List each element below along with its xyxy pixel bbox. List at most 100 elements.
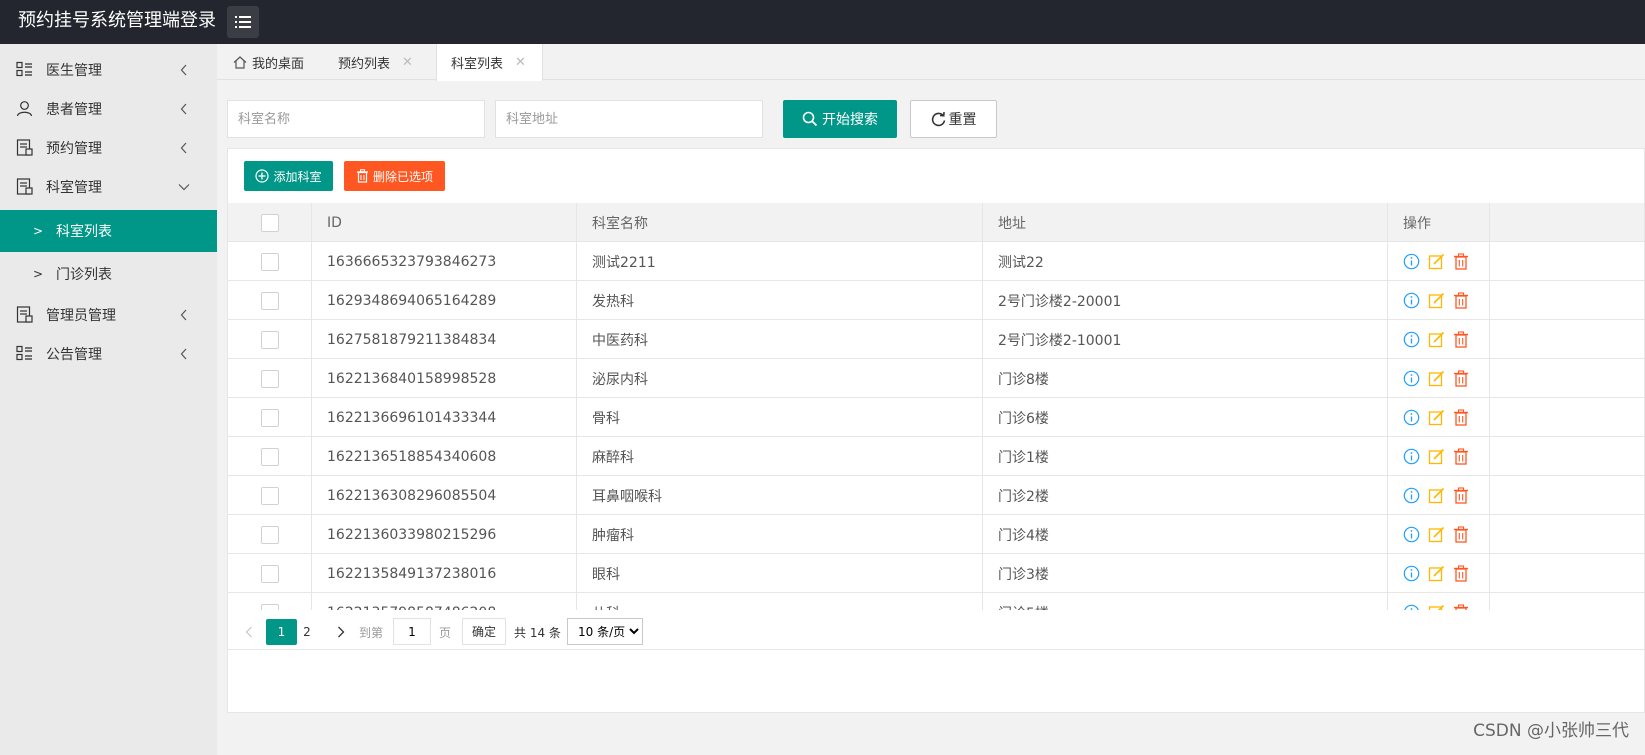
- info-icon[interactable]: [1403, 331, 1420, 348]
- row-checkbox[interactable]: [260, 564, 279, 583]
- edit-icon[interactable]: [1428, 409, 1445, 426]
- row-checkbox[interactable]: [260, 486, 279, 505]
- cell-address: 门诊1楼: [983, 437, 1388, 476]
- chevron-left-icon: [178, 348, 190, 360]
- watermark-text: CSDN @小张帅三代: [1473, 721, 1629, 741]
- edit-icon[interactable]: [1428, 370, 1445, 387]
- reset-button-label: 重置: [948, 112, 977, 128]
- info-icon[interactable]: [1403, 370, 1420, 387]
- tab-department-list[interactable]: 科室列表 ✕: [436, 44, 543, 81]
- select-all-checkbox[interactable]: [260, 213, 279, 232]
- page-unit-label: 页: [439, 625, 452, 640]
- sidebar-item-admins[interactable]: 管理员管理: [0, 295, 217, 334]
- row-checkbox[interactable]: [260, 291, 279, 310]
- row-checkbox[interactable]: [260, 252, 279, 271]
- row-checkbox-cell: [228, 359, 312, 398]
- tab-appointment-list[interactable]: 预约列表 ✕: [338, 44, 413, 80]
- menu-toggle-button[interactable]: [227, 6, 259, 38]
- cell-spacer: [1490, 398, 1644, 437]
- sidebar-item-label: 医生管理: [46, 62, 102, 79]
- department-address-input[interactable]: [495, 100, 763, 138]
- cell-actions: [1388, 437, 1490, 476]
- sidebar-item-appointments[interactable]: 预约管理: [0, 128, 217, 167]
- edit-icon[interactable]: [1428, 448, 1445, 465]
- edit-icon[interactable]: [1428, 253, 1445, 270]
- delete-icon[interactable]: [1453, 253, 1469, 270]
- cell-spacer: [1490, 515, 1644, 554]
- grid-list-icon: [16, 345, 33, 362]
- add-department-label: 添加科室: [273, 169, 322, 184]
- list-menu-icon: [235, 16, 251, 28]
- cell-name: 泌尿内科: [577, 359, 983, 398]
- delete-icon[interactable]: [1453, 292, 1469, 309]
- next-page-icon[interactable]: [334, 619, 348, 645]
- sidebar-item-doctors[interactable]: 医生管理: [0, 50, 217, 89]
- delete-icon[interactable]: [1453, 487, 1469, 504]
- info-icon[interactable]: [1403, 409, 1420, 426]
- info-icon[interactable]: [1403, 292, 1420, 309]
- row-checkbox[interactable]: [260, 447, 279, 466]
- top-header: 预约挂号系统管理端登录: [0, 0, 1645, 44]
- sidebar-item-patients[interactable]: 患者管理: [0, 89, 217, 128]
- sidebar-subitem-clinic-list[interactable]: > 门诊列表: [0, 253, 217, 295]
- prev-page-icon[interactable]: [242, 619, 256, 645]
- pagination: 1 2 到第 页 确定 共 14 条 10 条/页: [227, 610, 1645, 650]
- page-button[interactable]: 1: [266, 619, 297, 645]
- row-checkbox[interactable]: [260, 330, 279, 349]
- cell-name: 中医药科: [577, 320, 983, 359]
- delete-icon[interactable]: [1453, 565, 1469, 582]
- add-department-button[interactable]: 添加科室: [244, 161, 333, 191]
- info-icon[interactable]: [1403, 526, 1420, 543]
- edit-icon[interactable]: [1428, 526, 1445, 543]
- cell-address: 2号门诊楼2-20001: [983, 281, 1388, 320]
- reset-button[interactable]: 重置: [910, 100, 997, 138]
- info-icon[interactable]: [1403, 253, 1420, 270]
- chevron-left-icon: [178, 64, 190, 76]
- close-icon[interactable]: ✕: [402, 55, 413, 70]
- info-icon[interactable]: [1403, 565, 1420, 582]
- table-row: 1627581879211384834 中医药科 2号门诊楼2-10001: [228, 320, 1644, 359]
- delete-icon[interactable]: [1453, 526, 1469, 543]
- delete-selected-label: 删除已选项: [372, 169, 433, 184]
- info-icon[interactable]: [1403, 487, 1420, 504]
- cell-address: 门诊8楼: [983, 359, 1388, 398]
- cell-id: 1629348694065164289: [312, 281, 577, 320]
- goto-confirm-button[interactable]: 确定: [462, 618, 506, 645]
- sidebar-subitem-label: 科室列表: [56, 224, 112, 240]
- sidebar-subitem-department-list[interactable]: > 科室列表: [0, 210, 217, 252]
- search-button[interactable]: 开始搜索: [783, 100, 897, 138]
- goto-page-input[interactable]: [393, 618, 431, 645]
- delete-icon[interactable]: [1453, 370, 1469, 387]
- header-actions: 操作: [1388, 203, 1490, 242]
- cell-spacer: [1490, 281, 1644, 320]
- row-checkbox[interactable]: [260, 369, 279, 388]
- page-size-select[interactable]: 10 条/页: [567, 618, 643, 645]
- edit-icon[interactable]: [1428, 292, 1445, 309]
- cell-spacer: [1490, 359, 1644, 398]
- table-row: 1622136033980215296 肿瘤科 门诊4楼: [228, 515, 1644, 554]
- cell-actions: [1388, 515, 1490, 554]
- sidebar-item-departments[interactable]: 科室管理: [0, 167, 217, 206]
- info-icon[interactable]: [1403, 448, 1420, 465]
- row-checkbox[interactable]: [260, 408, 279, 427]
- goto-label: 到第: [359, 625, 384, 640]
- edit-icon[interactable]: [1428, 565, 1445, 582]
- close-icon[interactable]: ✕: [515, 55, 526, 70]
- cell-name: 骨科: [577, 398, 983, 437]
- delete-selected-button[interactable]: 删除已选项: [344, 161, 445, 191]
- cell-actions: [1388, 320, 1490, 359]
- cell-name: 发热科: [577, 281, 983, 320]
- sidebar-item-announcements[interactable]: 公告管理: [0, 334, 217, 373]
- department-name-input[interactable]: [227, 100, 485, 138]
- tab-home[interactable]: 我的桌面: [233, 44, 304, 80]
- tab-label: 我的桌面: [252, 56, 305, 72]
- edit-icon[interactable]: [1428, 331, 1445, 348]
- row-checkbox[interactable]: [260, 525, 279, 544]
- delete-icon[interactable]: [1453, 448, 1469, 465]
- cell-actions: [1388, 359, 1490, 398]
- delete-icon[interactable]: [1453, 331, 1469, 348]
- edit-icon[interactable]: [1428, 487, 1445, 504]
- page-button[interactable]: 2: [296, 619, 318, 645]
- add-circle-icon: [255, 169, 270, 183]
- delete-icon[interactable]: [1453, 409, 1469, 426]
